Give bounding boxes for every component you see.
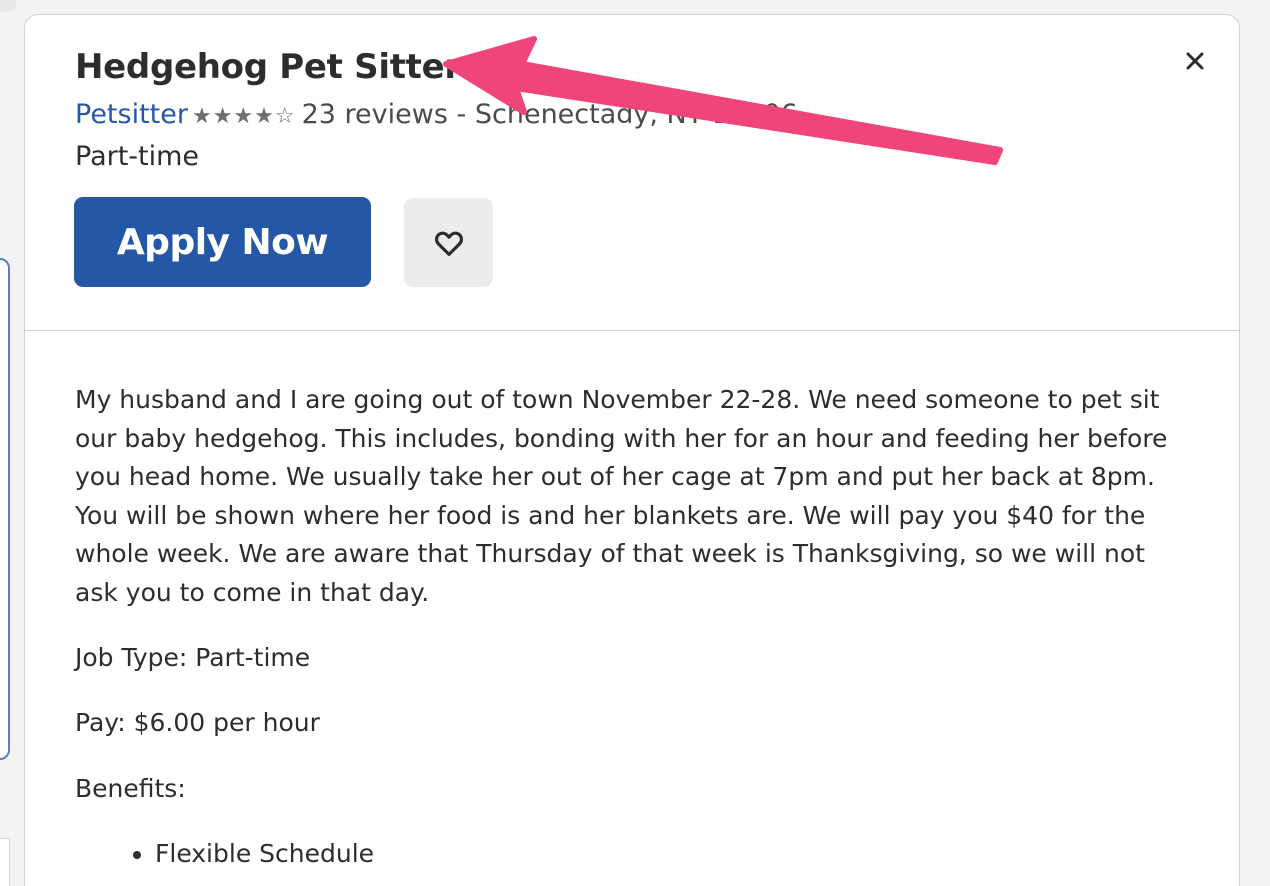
job-detail-card: Hedgehog Pet Sitter Petsitter ★★★★☆ 23 rev…	[24, 14, 1240, 886]
benefits-heading: Benefits:	[75, 773, 186, 803]
close-icon	[1186, 52, 1204, 70]
page: Hedgehog Pet Sitter Petsitter ★★★★☆ 23 rev…	[0, 0, 1270, 886]
reviews-count[interactable]: 23 reviews	[302, 99, 448, 130]
background-job-list-panel	[0, 258, 10, 760]
benefit-item: Flexible Schedule	[155, 835, 1189, 874]
company-link[interactable]: Petsitter	[75, 99, 188, 130]
job-header: Hedgehog Pet Sitter Petsitter ★★★★☆ 23 rev…	[25, 15, 1239, 331]
job-title: Hedgehog Pet Sitter	[75, 47, 461, 87]
job-type: Part-time	[75, 141, 200, 172]
job-location: Schenectady, NY 12306	[474, 99, 798, 130]
rating-stars-icon: ★★★★☆	[191, 104, 296, 129]
heart-outline-icon	[434, 231, 463, 256]
company-line: Petsitter ★★★★☆ 23 reviews - Schenectady, …	[75, 99, 798, 130]
job-description: My husband and I are going out of town N…	[75, 385, 1168, 607]
background-panel-top	[0, 0, 16, 12]
pay-line: Pay: $6.00 per hour	[75, 708, 320, 738]
close-button[interactable]	[1177, 43, 1213, 79]
benefits-list: Flexible Schedule	[75, 835, 1189, 874]
apply-now-button[interactable]: Apply Now	[74, 197, 371, 287]
job-description-section: My husband and I are going out of town N…	[25, 331, 1239, 874]
background-panel-lower	[0, 838, 10, 886]
job-type-line: Job Type: Part-time	[75, 642, 311, 672]
location-separator: -	[456, 99, 467, 130]
save-job-button[interactable]	[404, 198, 493, 287]
